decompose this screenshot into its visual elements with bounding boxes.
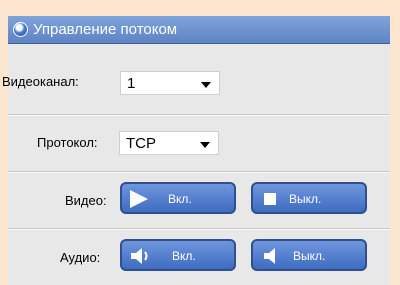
video-channel-row: Видеоканал: 1 — [2, 44, 390, 115]
stop-icon — [264, 193, 276, 205]
audio-off-button[interactable]: Выкл. — [251, 239, 367, 271]
video-label: Видео: — [65, 193, 107, 208]
panel-title: Управление потоком — [33, 21, 178, 38]
audio-row: Аудио: Вкл. Выкл. — [8, 229, 390, 285]
video-row: Видео: Вкл. Выкл. — [8, 172, 390, 229]
speaker-on-icon — [131, 248, 148, 264]
audio-off-label: Выкл. — [293, 249, 326, 263]
protocol-select[interactable]: TCP — [119, 131, 219, 155]
circle-icon — [13, 22, 28, 37]
speaker-off-icon — [264, 248, 275, 264]
protocol-label: Протокол: — [37, 135, 98, 150]
audio-label: Аудио: — [60, 250, 101, 265]
panel-titlebar: Управление потоком — [8, 16, 390, 44]
video-off-label: Выкл. — [289, 192, 322, 206]
video-off-button[interactable]: Выкл. — [251, 182, 367, 214]
audio-on-label: Вкл. — [172, 249, 196, 263]
video-channel-label: Видеоканал: — [2, 74, 79, 89]
protocol-row: Протокол: TCP — [8, 115, 390, 172]
video-channel-select[interactable]: 1 — [120, 71, 220, 95]
play-icon — [130, 190, 148, 208]
video-channel-value: 1 — [127, 75, 136, 92]
chevron-down-icon — [200, 142, 210, 148]
video-on-button[interactable]: Вкл. — [120, 182, 236, 214]
chevron-down-icon — [201, 82, 211, 88]
video-on-label: Вкл. — [168, 192, 192, 206]
protocol-value: TCP — [126, 135, 156, 152]
stream-control-panel: Управление потоком Видеоканал: 1 Протоко… — [2, 16, 390, 285]
audio-on-button[interactable]: Вкл. — [120, 239, 236, 271]
